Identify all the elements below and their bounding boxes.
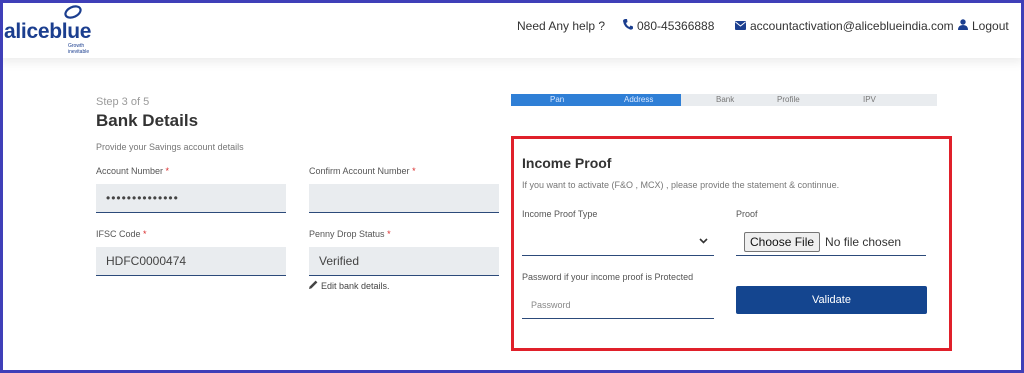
account-number-field[interactable]: •••••••••••••• xyxy=(96,184,286,213)
validate-button[interactable]: Validate xyxy=(736,286,927,314)
progress-step-ipv: IPV xyxy=(863,95,876,104)
required-mark: * xyxy=(143,229,147,239)
chevron-down-icon xyxy=(699,235,708,247)
progress-step-address: Address xyxy=(624,95,654,104)
penny-drop-field: Verified xyxy=(309,247,499,276)
logo-text: aliceblue xyxy=(4,20,92,43)
edit-bank-details-label: Edit bank details. xyxy=(321,280,390,291)
email-address: accountactivation@aliceblueindia.com xyxy=(750,19,954,33)
phone-link[interactable]: 080-45366888 xyxy=(623,19,714,33)
edit-bank-details-link[interactable]: Edit bank details. xyxy=(309,280,390,291)
progress-fill xyxy=(511,94,682,106)
logo-swoosh-icon xyxy=(64,5,82,19)
no-file-chosen-text: No file chosen xyxy=(825,234,902,249)
ifsc-field[interactable]: HDFC0000474 xyxy=(96,247,286,276)
income-proof-title: Income Proof xyxy=(522,155,612,171)
password-label: Password if your income proof is Protect… xyxy=(522,272,694,282)
confirm-account-label: Confirm Account Number * xyxy=(309,166,416,176)
progress-step-profile: Profile xyxy=(777,95,800,104)
penny-drop-label: Penny Drop Status * xyxy=(309,229,391,239)
progress-step-bank: Bank xyxy=(716,95,735,104)
user-icon xyxy=(958,19,968,33)
progress-step-pan: Pan xyxy=(550,95,565,104)
pencil-icon xyxy=(309,280,318,291)
account-number-label: Account Number * xyxy=(96,166,169,176)
password-input[interactable] xyxy=(522,292,714,319)
confirm-account-label-text: Confirm Account Number xyxy=(309,166,410,176)
email-link[interactable]: accountactivation@aliceblueindia.com xyxy=(735,19,954,33)
phone-icon xyxy=(623,19,633,33)
logout-button[interactable]: Logout xyxy=(958,19,1009,33)
confirm-account-field[interactable] xyxy=(309,184,499,213)
choose-file-button[interactable]: Choose File xyxy=(744,231,821,252)
penny-drop-label-text: Penny Drop Status xyxy=(309,229,385,239)
step-progress-bar: Pan Address Bank Profile IPV xyxy=(511,94,937,106)
income-proof-type-label: Income Proof Type xyxy=(522,209,598,219)
required-mark: * xyxy=(165,166,170,176)
top-header: aliceblue Growth inevitable Need Any hel… xyxy=(0,0,1024,58)
logo-tagline: Growth inevitable xyxy=(68,43,90,55)
proof-file-input[interactable]: Choose File No file chosen xyxy=(736,228,926,256)
ifsc-label: IFSC Code * xyxy=(96,229,147,239)
required-mark: * xyxy=(387,229,391,239)
required-mark: * xyxy=(412,166,416,176)
ifsc-label-text: IFSC Code xyxy=(96,229,141,239)
income-proof-description: If you want to activate (F&O , MCX) , pl… xyxy=(522,180,840,190)
phone-number: 080-45366888 xyxy=(637,19,715,33)
logout-label: Logout xyxy=(972,19,1009,33)
page-title: Bank Details xyxy=(96,111,199,130)
page-subtitle: Provide your Savings account details xyxy=(96,142,244,152)
income-proof-type-select[interactable] xyxy=(522,228,714,256)
mail-icon xyxy=(735,19,746,33)
account-number-label-text: Account Number xyxy=(96,166,164,176)
proof-label: Proof xyxy=(736,209,758,219)
step-indicator: Step 3 of 5 xyxy=(96,96,150,108)
aliceblue-logo[interactable]: aliceblue Growth inevitable xyxy=(4,5,104,55)
help-label: Need Any help ? xyxy=(517,19,606,33)
